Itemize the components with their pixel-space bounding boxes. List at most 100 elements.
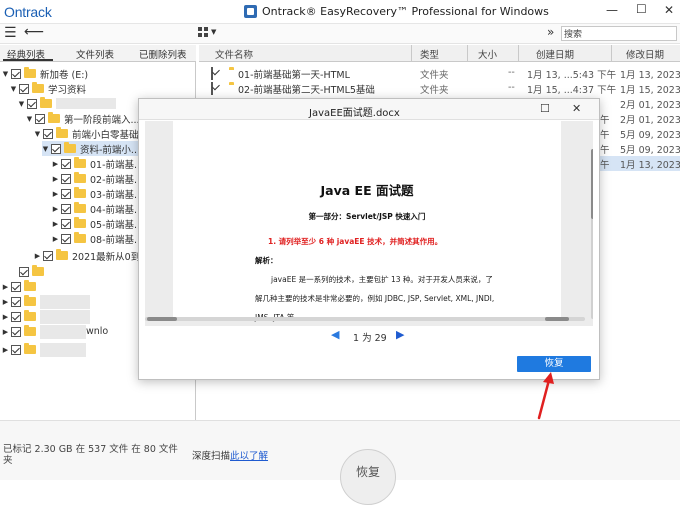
status-text: 已标记 2.30 GB 在 537 文件 在 80 文件夹 (3, 444, 178, 466)
folder-icon (74, 232, 86, 243)
expand-triangle-icon[interactable]: ▶ (52, 160, 59, 168)
tree-item-blurred[interactable]: ▼ (18, 96, 116, 111)
tree-item-blurred[interactable]: ▶ (2, 342, 86, 357)
chevron-down-icon[interactable]: ▼ (211, 28, 216, 36)
checkbox[interactable] (11, 68, 21, 79)
expand-triangle-icon[interactable]: ▶ (2, 283, 9, 291)
checkbox[interactable] (61, 188, 71, 199)
expand-triangle-icon[interactable]: ▶ (2, 313, 9, 321)
file-modified: 1月 15, 2023 0 (620, 85, 680, 96)
expand-triangle-icon[interactable]: ▼ (26, 115, 33, 123)
expand-triangle-icon[interactable]: ▶ (52, 205, 59, 213)
tree-item-child[interactable]: ▶ 08-前端基... (52, 231, 143, 246)
tab-deleted-list[interactable]: 已删除列表 (139, 47, 187, 61)
expand-triangle-icon[interactable]: ▶ (34, 252, 41, 260)
table-row[interactable]: 02-前端基础第二天-HTML5基础 文件夹 -- 1月 15, ...4:37… (199, 81, 680, 96)
minimize-icon[interactable]: — (606, 3, 618, 17)
checkbox[interactable] (211, 82, 213, 95)
tree-item-blurred[interactable]: ▶ (2, 309, 90, 324)
vertical-scrollbar-thumb[interactable] (591, 149, 593, 219)
deep-scan-link[interactable]: 此以了解 (230, 451, 268, 462)
expand-triangle-icon[interactable]: ▼ (10, 85, 17, 93)
tree-item-drive[interactable]: ▼ 新加卷 (E:) (2, 66, 88, 81)
document-preview[interactable]: Java EE 面试题 第一部分：Servlet/JSP 快速入门 1. 请列举… (145, 121, 593, 326)
checkbox[interactable] (61, 158, 71, 169)
checkbox[interactable] (19, 83, 29, 94)
expand-icon[interactable]: » (547, 25, 554, 39)
tree-item-child[interactable]: ▶ 03-前端基... (52, 186, 143, 201)
tree-item-basics[interactable]: ▼ 前端小白零基础 (34, 126, 139, 141)
horizontal-scrollbar-thumb[interactable] (545, 317, 569, 321)
column-size[interactable]: 大小 (478, 47, 497, 61)
checkbox[interactable] (11, 296, 21, 307)
prev-page-icon[interactable]: ◀ (331, 328, 339, 341)
folder-icon (74, 202, 86, 213)
tree-item-label: 03-前端基... (90, 189, 144, 201)
tree-item-materials[interactable]: ▼ 资料-前端小... (42, 141, 144, 156)
column-name[interactable]: 文件名称 (215, 47, 253, 61)
recover-button[interactable]: 恢复 (517, 356, 591, 372)
search-input[interactable]: 搜索 (561, 26, 677, 41)
checkbox[interactable] (19, 266, 29, 277)
expand-triangle-icon[interactable]: ▶ (2, 298, 9, 306)
next-page-icon[interactable]: ▶ (396, 328, 404, 341)
checkbox[interactable] (35, 113, 45, 124)
expand-triangle-icon[interactable]: ▶ (52, 235, 59, 243)
view-grid-icon[interactable] (198, 27, 209, 38)
checkbox[interactable] (61, 203, 71, 214)
tree-item-child[interactable]: ▶ 01-前端基... (52, 156, 143, 171)
deep-scan-label: 深度扫描此以了解 (192, 448, 268, 462)
tree-item-child[interactable]: ▶ 05-前端基... (52, 216, 143, 231)
expand-triangle-icon[interactable]: ▼ (2, 70, 9, 78)
tree-item-blurred[interactable]: ▶ (2, 279, 40, 294)
folder-icon (64, 142, 76, 153)
tab-file-list[interactable]: 文件列表 (76, 47, 114, 61)
doc-line: 解几种主要的技术是非常必要的，例如 JDBC, JSP, Servlet, XM… (255, 294, 495, 303)
expand-triangle-icon[interactable]: ▶ (52, 175, 59, 183)
expand-triangle-icon[interactable]: ▶ (2, 346, 9, 354)
checkbox[interactable] (51, 143, 61, 154)
menu-icon[interactable]: ☰ (4, 25, 17, 41)
maximize-icon[interactable]: ☐ (540, 102, 550, 115)
back-arrow-icon[interactable]: ⟵ (24, 24, 44, 40)
checkbox[interactable] (11, 311, 21, 322)
file-created: 1月 13, ...5:43 下午 (527, 70, 617, 81)
tree-item-blurred[interactable] (10, 264, 48, 279)
tree-item-child[interactable]: ▶ 04-前端基... (52, 201, 143, 216)
expand-triangle-icon[interactable]: ▶ (52, 220, 59, 228)
checkbox[interactable] (27, 98, 37, 109)
checkbox[interactable] (211, 67, 213, 80)
tree-item-latest[interactable]: ▶ 2021最新从0到 (34, 248, 140, 263)
recover-main-button[interactable]: 恢复 (340, 449, 396, 505)
horizontal-scrollbar[interactable] (145, 317, 585, 321)
table-row[interactable]: 01-前端基础第一天-HTML 文件夹 -- 1月 13, ...5:43 下午… (199, 66, 680, 81)
close-icon[interactable]: ✕ (664, 3, 674, 17)
checkbox[interactable] (11, 281, 21, 292)
expand-triangle-icon[interactable]: ▶ (52, 190, 59, 198)
expand-triangle-icon[interactable]: ▶ (2, 328, 9, 336)
tree-item-child[interactable]: ▶ 02-前端基... (52, 171, 143, 186)
checkbox[interactable] (61, 233, 71, 244)
checkbox[interactable] (11, 344, 21, 355)
checkbox[interactable] (11, 326, 21, 337)
close-icon[interactable]: ✕ (572, 102, 581, 115)
file-type: 文件夹 (420, 85, 449, 96)
column-modified[interactable]: 修改日期 (626, 47, 664, 61)
maximize-icon[interactable]: ☐ (636, 2, 647, 16)
expand-triangle-icon[interactable]: ▼ (18, 100, 25, 108)
column-created[interactable]: 创建日期 (536, 47, 574, 61)
tree-item-learning[interactable]: ▼ 学习资料 (10, 81, 86, 96)
blurred-label (56, 98, 116, 109)
checkbox[interactable] (61, 218, 71, 229)
checkbox[interactable] (61, 173, 71, 184)
blurred-label (40, 309, 90, 324)
tree-item-download[interactable]: ▶ wnlo (2, 324, 108, 339)
checkbox[interactable] (43, 128, 53, 139)
expand-triangle-icon[interactable]: ▼ (34, 130, 41, 138)
checkbox[interactable] (43, 250, 53, 261)
tree-item-stage1[interactable]: ▼ 第一阶段前端入...+ (26, 111, 148, 126)
horizontal-scrollbar-thumb[interactable] (147, 317, 177, 321)
expand-triangle-icon[interactable]: ▼ (42, 145, 49, 153)
tree-item-blurred[interactable]: ▶ (2, 294, 90, 309)
column-type[interactable]: 类型 (420, 47, 439, 61)
